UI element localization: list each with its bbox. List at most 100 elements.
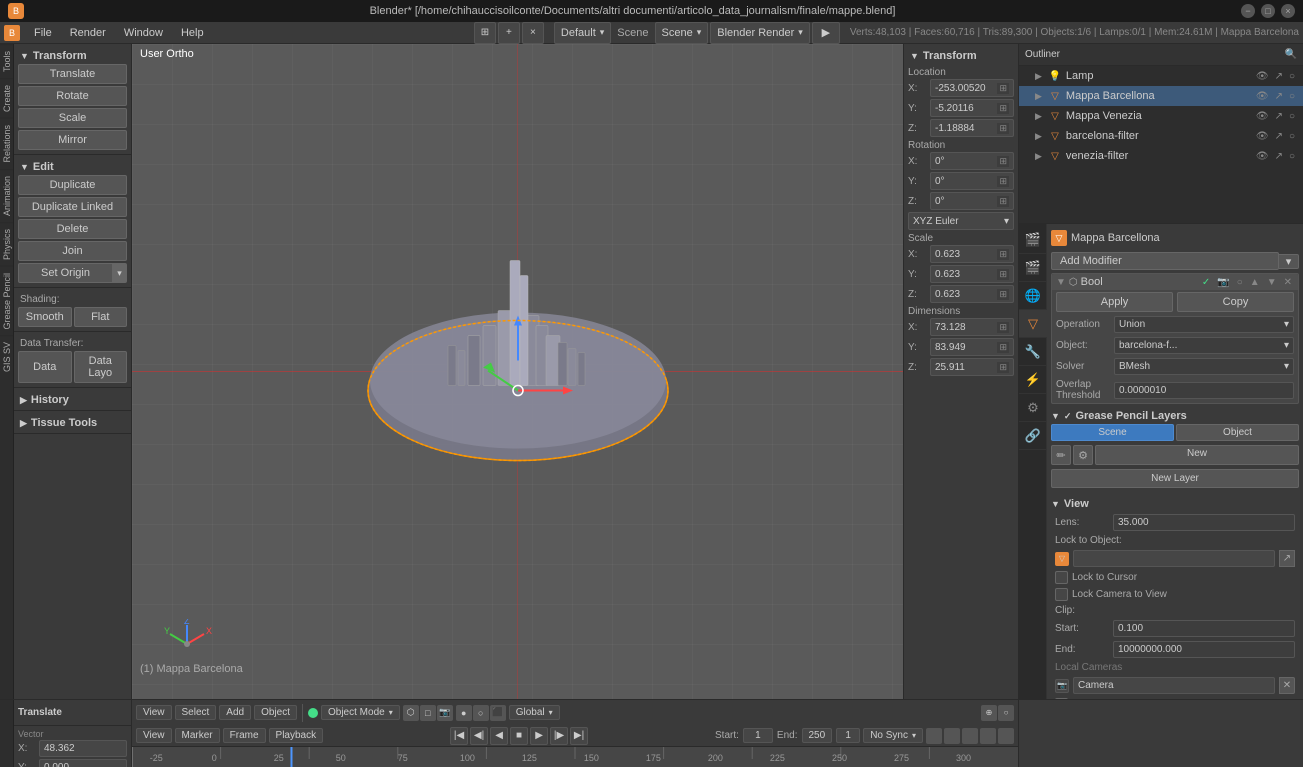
data-btn[interactable]: Data: [18, 351, 72, 383]
vtab-grease-pencil[interactable]: Grease Pencil: [0, 266, 13, 336]
dim-z-field[interactable]: 25.911 ⊞: [930, 358, 1014, 376]
clip-end-field[interactable]: 10000000.000: [1113, 641, 1295, 658]
history-header[interactable]: ▶ History: [18, 392, 127, 408]
duplicate-linked-btn[interactable]: Duplicate Linked: [18, 197, 127, 217]
barcelona-eye-icon[interactable]: 👁: [1254, 91, 1271, 102]
lock-camera-checkbox[interactable]: [1055, 588, 1068, 601]
venezia-render-icon[interactable]: ○: [1287, 111, 1297, 122]
render-engine-selector[interactable]: Blender Render ▾: [710, 22, 810, 44]
current-frame-field[interactable]: 1: [836, 728, 860, 743]
bcnfilter-eye-icon[interactable]: 👁: [1254, 131, 1271, 142]
props-tab-scene[interactable]: 🎬: [1019, 254, 1047, 282]
object-mode-dropdown[interactable]: Object Mode ▾: [321, 705, 400, 720]
props-tab-render[interactable]: 🎬: [1019, 226, 1047, 254]
rotation-mode-field[interactable]: XYZ Euler ▾: [908, 212, 1014, 230]
dim-x-field[interactable]: 73.128 ⊞: [930, 318, 1014, 336]
view-perspective-btn[interactable]: ⬡: [403, 705, 419, 721]
scale-y-field[interactable]: 0.623 ⊞: [930, 265, 1014, 283]
menu-file[interactable]: File: [26, 25, 60, 41]
rot-z-field[interactable]: 0° ⊞: [930, 192, 1014, 210]
viewport-3d[interactable]: User Ortho: [132, 44, 903, 699]
jump-start-btn[interactable]: |◀: [450, 727, 468, 745]
end-frame-field[interactable]: 250: [802, 728, 833, 743]
prev-keyframe-btn[interactable]: ◀|: [470, 727, 488, 745]
tl-icon4[interactable]: [980, 728, 996, 744]
scale-x-field[interactable]: 0.623 ⊞: [930, 245, 1014, 263]
outliner-item-venezia-filter[interactable]: ▶ ▽ venezia-filter 👁 ↗ ○: [1019, 146, 1303, 166]
stop-btn[interactable]: ■: [510, 727, 528, 745]
vtab-physics[interactable]: Physics: [0, 222, 13, 266]
vtab-gis[interactable]: GIS SV: [0, 335, 13, 378]
global-selector[interactable]: Global ▾: [509, 705, 560, 720]
view-camera-btn[interactable]: 📷: [437, 705, 453, 721]
wire-shading-btn[interactable]: ○: [473, 705, 489, 721]
overlap-field[interactable]: 0.0000010: [1114, 382, 1294, 399]
object-menu-btn[interactable]: Object: [254, 705, 297, 720]
gp-settings-icon[interactable]: ⚙: [1073, 445, 1093, 465]
vec-y-field[interactable]: 0.000: [39, 759, 127, 767]
lock-cursor-checkbox[interactable]: [1055, 571, 1068, 584]
translate-btn[interactable]: Translate: [18, 64, 127, 84]
view-menu-btn[interactable]: View: [136, 705, 172, 720]
clip-start-field[interactable]: 0.100: [1113, 620, 1295, 637]
view-icon-btn3[interactable]: ×: [522, 22, 544, 44]
tl-marker-btn[interactable]: Marker: [175, 728, 220, 743]
bcnfilter-cursor-icon[interactable]: ↗: [1273, 131, 1285, 142]
start-frame-field[interactable]: 1: [743, 728, 773, 743]
outliner-item-venezia[interactable]: ▶ ▽ Mappa Venezia 👁 ↗ ○: [1019, 106, 1303, 126]
menu-window[interactable]: Window: [116, 25, 171, 41]
set-origin-btn[interactable]: Set Origin: [18, 263, 113, 283]
view-icon-btn[interactable]: ⊞: [474, 22, 496, 44]
scene-selector[interactable]: Scene ▾: [655, 22, 709, 44]
vtab-animation[interactable]: Animation: [0, 169, 13, 222]
apply-btn[interactable]: Apply: [1056, 292, 1173, 312]
tl-icon3[interactable]: [962, 728, 978, 744]
edit-header[interactable]: ▼ Edit: [18, 159, 127, 175]
duplicate-btn[interactable]: Duplicate: [18, 175, 127, 195]
props-tab-world[interactable]: 🌐: [1019, 282, 1047, 310]
modifier-down-icon[interactable]: ▼: [1265, 277, 1279, 288]
view-icon-btn2[interactable]: +: [498, 22, 520, 44]
copy-btn[interactable]: Copy: [1177, 292, 1294, 312]
vtab-tools[interactable]: Tools: [0, 44, 13, 78]
render-icon[interactable]: ▶: [812, 22, 840, 44]
add-modifier-btn[interactable]: Add Modifier: [1051, 252, 1279, 270]
tl-view-btn[interactable]: View: [136, 728, 172, 743]
loc-y-field[interactable]: -5.20116 ⊞: [930, 99, 1014, 117]
modifier-toggle-icon[interactable]: ✓: [1200, 277, 1212, 288]
scale-btn[interactable]: Scale: [18, 108, 127, 128]
vtab-relations[interactable]: Relations: [0, 118, 13, 169]
add-menu-btn[interactable]: Add: [219, 705, 251, 720]
proportional-btn[interactable]: ○: [998, 705, 1014, 721]
modifier-render-icon[interactable]: ○: [1235, 277, 1245, 288]
texture-shading-btn[interactable]: ⬛: [490, 705, 506, 721]
tl-icon5[interactable]: [998, 728, 1014, 744]
dim-y-field[interactable]: 83.949 ⊞: [930, 338, 1014, 356]
vtab-create[interactable]: Create: [0, 78, 13, 118]
scale-z-field[interactable]: 0.623 ⊞: [930, 285, 1014, 303]
mirror-btn[interactable]: Mirror: [18, 130, 127, 150]
gp-object-tab[interactable]: Object: [1176, 424, 1299, 441]
play-btn[interactable]: ▶: [530, 727, 548, 745]
tl-icon1[interactable]: [926, 728, 942, 744]
venezia-eye-icon[interactable]: 👁: [1254, 111, 1271, 122]
venfilter-render-icon[interactable]: ○: [1287, 151, 1297, 162]
bcnfilter-render-icon[interactable]: ○: [1287, 131, 1297, 142]
modifier-up-icon[interactable]: ▲: [1248, 277, 1262, 288]
outliner-item-lamp[interactable]: ▶ 💡 Lamp 👁 ↗ ○: [1019, 66, 1303, 86]
minimize-button[interactable]: −: [1241, 4, 1255, 18]
venezia-cursor-icon[interactable]: ↗: [1273, 111, 1285, 122]
venfilter-cursor-icon[interactable]: ↗: [1273, 151, 1285, 162]
outliner-search-btn[interactable]: 🔍: [1285, 49, 1297, 60]
rot-y-field[interactable]: 0° ⊞: [930, 172, 1014, 190]
join-btn[interactable]: Join: [18, 241, 127, 261]
timeline-ruler[interactable]: -25 0 25 50 75 100 125 150 175 200 225 2…: [132, 747, 1018, 767]
loc-x-field[interactable]: -253.00520 ⊞: [930, 79, 1014, 97]
lens-field[interactable]: 35.000: [1113, 514, 1295, 531]
maximize-button[interactable]: □: [1261, 4, 1275, 18]
gp-pencil-icon[interactable]: ✏: [1051, 445, 1071, 465]
sync-dropdown[interactable]: No Sync ▾: [863, 728, 923, 743]
select-menu-btn[interactable]: Select: [175, 705, 217, 720]
solid-shading-btn[interactable]: ●: [456, 705, 472, 721]
props-tab-modifier[interactable]: 🔧: [1019, 338, 1047, 366]
